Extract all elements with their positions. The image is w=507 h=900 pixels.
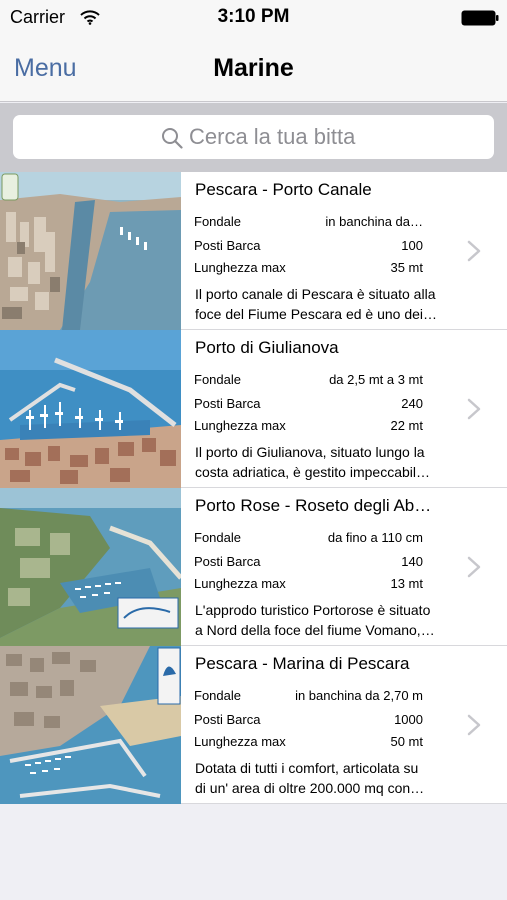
depth-label: Fondale [194,530,241,545]
marina-name: Pescara - Marina di Pescara [195,654,410,673]
description-line: Dotata di tutti i comfort, articolata su [195,760,419,776]
marina-name: Porto di Giulianova [195,338,339,357]
max-length-value: 35 mt [390,260,423,275]
marina-description: Il porto di Giulianova, situato lungo la… [195,442,465,482]
chevron-right-icon [467,714,481,736]
description-line: Il porto canale di Pescara è situato all… [195,286,436,302]
max-length-label: Lunghezza max [194,260,286,275]
max-length-value: 13 mt [390,576,423,591]
list-item[interactable]: Porto di Giulianova Fondale da 2,5 mt a … [0,330,507,488]
status-time: 3:10 PM [217,6,290,27]
battery-icon [461,10,499,26]
depth-label: Fondale [194,372,241,387]
berths-value: 100 [401,238,423,253]
marina-photo [0,488,181,646]
marina-description: L'approdo turistico Portorose è situato … [195,600,465,640]
marina-photo [0,646,181,804]
description-line: L'approdo turistico Portorose è situato [195,602,431,618]
marina-description: Dotata di tutti i comfort, articolata su… [195,758,465,798]
status-bar: Carrier 3:10 PM [0,0,507,36]
marina-photo [0,172,181,330]
marina-description: Il porto canale di Pescara è situato all… [195,284,465,324]
description-line: a Nord della foce del fiume Vomano,… [195,622,435,638]
search-input[interactable] [189,121,479,153]
chevron-right-icon [467,556,481,578]
depth-value: da 2,5 mt a 3 mt [329,372,423,387]
max-length-label: Lunghezza max [194,576,286,591]
berths-label: Posti Barca [194,554,261,569]
berths-value: 140 [401,554,423,569]
marina-name: Pescara - Porto Canale [195,180,372,199]
berths-value: 1000 [394,712,423,727]
search-field[interactable] [13,115,494,159]
berths-label: Posti Barca [194,396,261,411]
max-length-value: 50 mt [390,734,423,749]
list-item[interactable]: Pescara - Porto Canale Fondale in banchi… [0,172,507,330]
depth-value: in banchina da 2,70 m [295,688,423,703]
list-item[interactable]: Pescara - Marina di Pescara Fondale in b… [0,646,507,804]
description-line: costa adriatica, è gestito impeccabil… [195,464,430,480]
max-length-label: Lunghezza max [194,418,286,433]
description-line: di un' area di oltre 200.000 mq con… [195,780,425,796]
search-bar [0,103,507,172]
berths-label: Posti Barca [194,712,261,727]
berths-value: 240 [401,396,423,411]
list-item[interactable]: Porto Rose - Roseto degli Ab… Fondale da… [0,488,507,646]
description-line: Il porto di Giulianova, situato lungo la [195,444,425,460]
max-length-label: Lunghezza max [194,734,286,749]
search-icon [162,128,183,149]
description-line: foce del Fiume Pescara ed è uno dei… [195,306,438,322]
navigation-bar: Menu Marine [0,36,507,102]
marina-photo [0,330,181,488]
depth-label: Fondale [194,688,241,703]
menu-button[interactable]: Menu [14,54,77,83]
chevron-right-icon [467,398,481,420]
berths-label: Posti Barca [194,238,261,253]
max-length-value: 22 mt [390,418,423,433]
depth-value: da fino a 110 cm [327,530,423,545]
chevron-right-icon [467,240,481,262]
depth-value: in banchina da… [325,214,423,229]
depth-label: Fondale [194,214,241,229]
marina-list: Pescara - Porto Canale Fondale in banchi… [0,172,507,804]
marina-name: Porto Rose - Roseto degli Ab… [195,496,432,515]
